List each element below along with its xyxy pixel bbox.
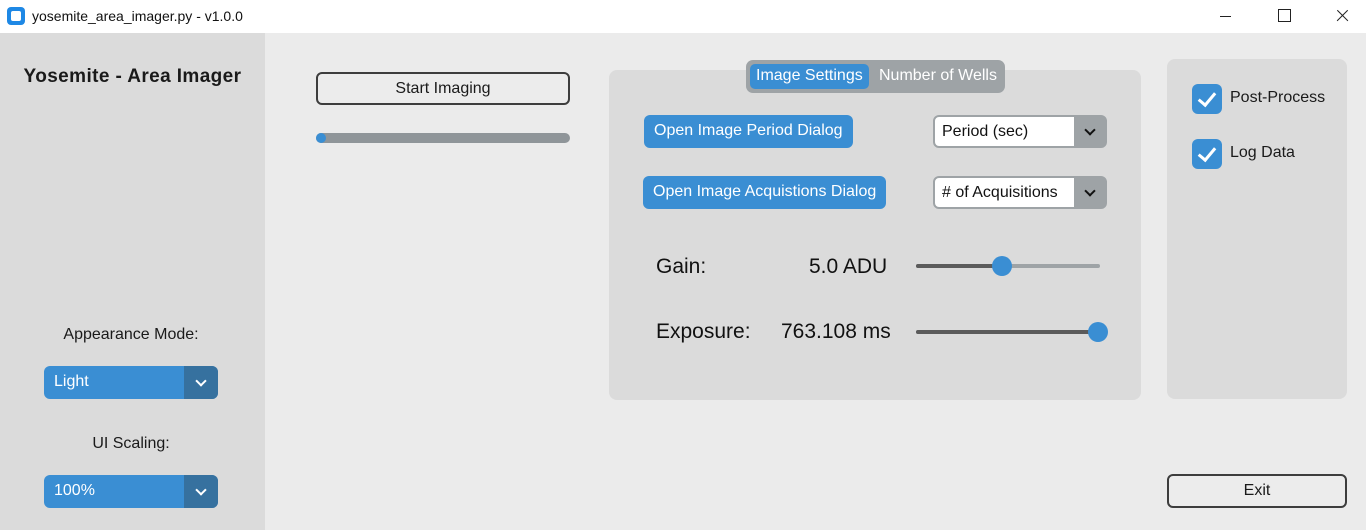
post-process-label: Post-Process	[1230, 89, 1326, 106]
close-icon[interactable]	[1314, 0, 1366, 33]
log-data-label: Log Data	[1230, 144, 1295, 161]
period-combobox[interactable]: Period (sec)	[933, 115, 1107, 148]
exit-button[interactable]: Exit	[1167, 474, 1347, 508]
sidebar: Yosemite - Area Imager Appearance Mode: …	[0, 33, 265, 530]
imaging-progress-bar	[316, 133, 570, 143]
chevron-down-icon[interactable]	[184, 366, 218, 399]
post-process-checkbox[interactable]	[1192, 84, 1222, 114]
exposure-slider-handle[interactable]	[1088, 322, 1108, 342]
maximize-icon[interactable]	[1256, 0, 1312, 33]
appearance-mode-select[interactable]: Light	[44, 366, 218, 399]
exposure-slider-fill	[916, 330, 1098, 334]
appearance-mode-label: Appearance Mode:	[63, 326, 199, 343]
acquisitions-combobox-value: # of Acquisitions	[942, 184, 1058, 201]
appearance-mode-value: Light	[54, 373, 89, 390]
ui-scaling-select[interactable]: 100%	[44, 475, 218, 508]
app-icon	[7, 7, 25, 25]
chevron-down-icon[interactable]	[1074, 116, 1106, 147]
title-bar: yosemite_area_imager.py - v1.0.0	[0, 0, 1366, 33]
chevron-down-icon[interactable]	[1074, 177, 1106, 208]
progress-fill	[316, 133, 326, 143]
period-combobox-value: Period (sec)	[942, 123, 1029, 140]
gain-slider-fill	[916, 264, 1003, 268]
gain-label: Gain:	[656, 255, 707, 278]
gain-slider[interactable]	[916, 256, 1100, 276]
window-title: yosemite_area_imager.py - v1.0.0	[32, 8, 243, 24]
open-image-acquisitions-dialog-button[interactable]: Open Image Acquistions Dialog	[643, 176, 887, 209]
gain-value: 5.0 ADU	[809, 255, 888, 278]
tab-switcher: Image Settings Number of Wells	[746, 60, 1005, 93]
ui-scaling-value: 100%	[54, 482, 95, 499]
acquisitions-combobox[interactable]: # of Acquisitions	[933, 176, 1107, 209]
tab-image-settings[interactable]: Image Settings	[750, 64, 869, 89]
log-data-checkbox[interactable]	[1192, 139, 1222, 169]
exposure-slider[interactable]	[916, 322, 1108, 342]
app-title: Yosemite - Area Imager	[23, 66, 242, 87]
open-image-period-dialog-button[interactable]: Open Image Period Dialog	[644, 115, 853, 148]
exposure-label: Exposure:	[656, 320, 751, 343]
tab-number-of-wells[interactable]: Number of Wells	[873, 64, 1003, 89]
chevron-down-icon[interactable]	[184, 475, 218, 508]
minimize-icon[interactable]	[1198, 0, 1254, 33]
start-imaging-button[interactable]: Start Imaging	[316, 72, 570, 105]
ui-scaling-label: UI Scaling:	[92, 435, 170, 452]
exposure-value: 763.108 ms	[781, 320, 891, 343]
